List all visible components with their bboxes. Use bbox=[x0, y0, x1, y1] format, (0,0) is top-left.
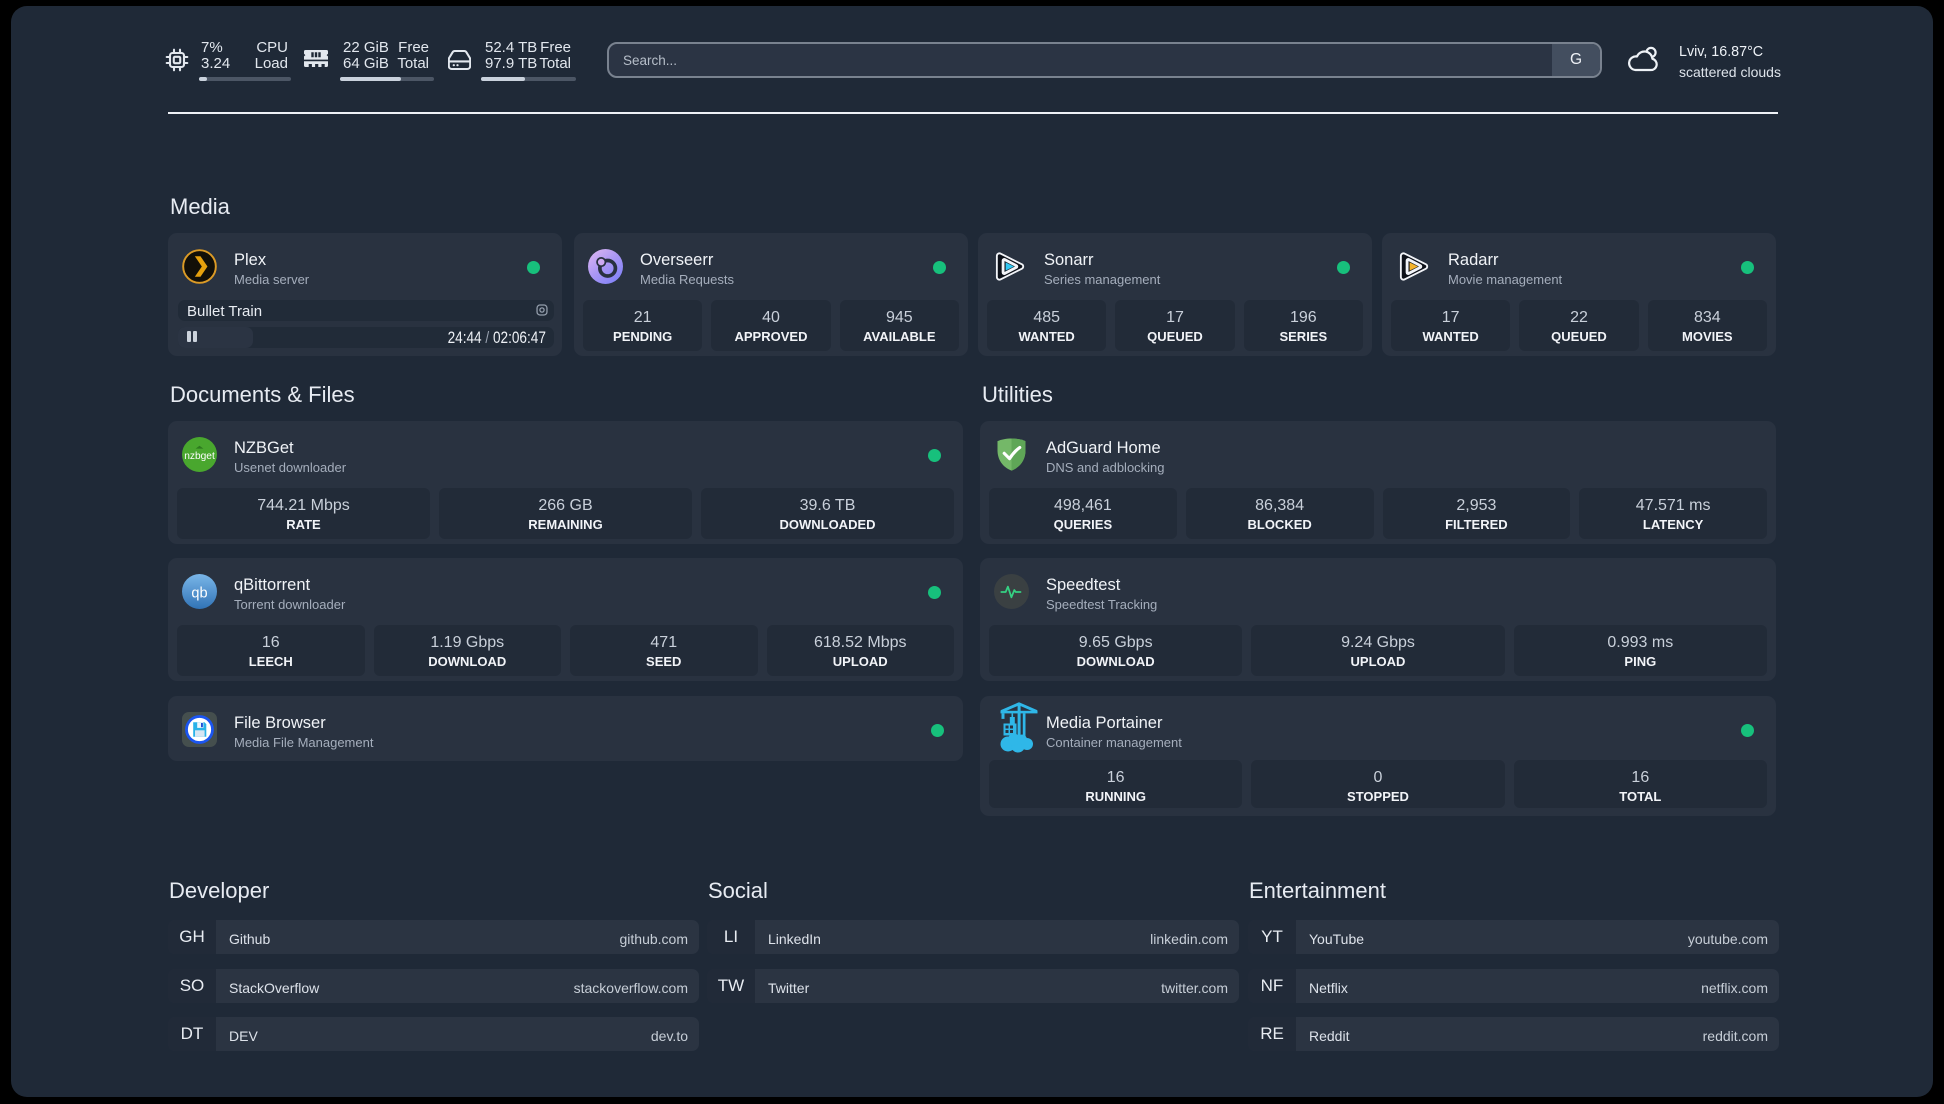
svg-text:qb: qb bbox=[191, 585, 207, 601]
svg-text:nzbget: nzbget bbox=[184, 451, 215, 462]
